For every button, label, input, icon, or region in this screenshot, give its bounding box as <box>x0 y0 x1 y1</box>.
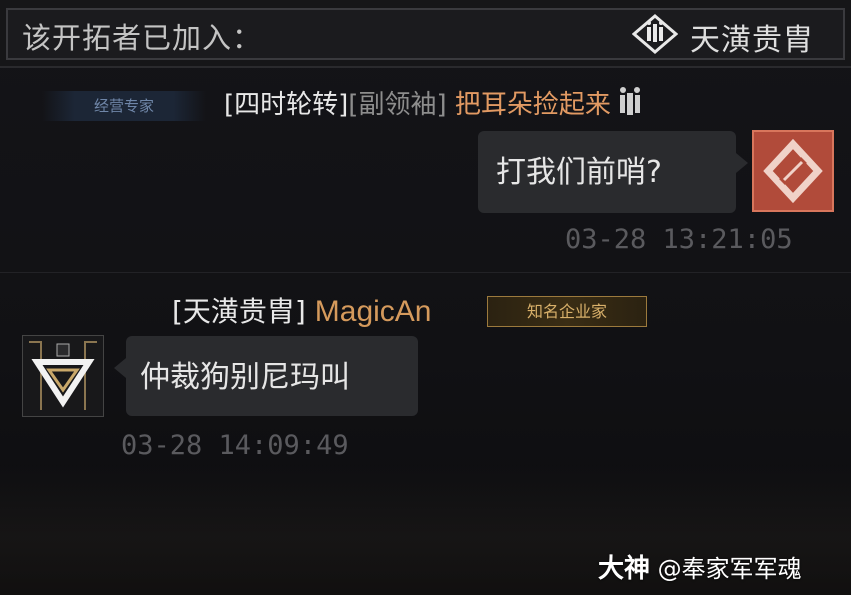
rank-emblem-icon <box>619 87 640 115</box>
guild-name: 天潢贵胄 <box>690 23 814 58</box>
message-bubble[interactable]: 打我们前哨? <box>478 131 748 213</box>
avatar[interactable] <box>752 130 834 212</box>
chat-screen: 该开拓者已加入： 天潢贵胄 经营专家 [四时轮转][副领袖] 把耳朵捡起来 打我… <box>0 0 851 595</box>
message-timestamp: 03-28 13:21:05 <box>565 224 793 255</box>
title-badge: 知名企业家 <box>487 296 647 327</box>
header-title: 该开拓者已加入： <box>22 21 263 55</box>
watermark-handle: @奉家军军魂 <box>657 555 802 583</box>
sender-name[interactable]: 把耳朵捡起来 <box>455 90 611 120</box>
sender-name[interactable]: MagicAn <box>315 295 432 328</box>
watermark-logo: 大神 <box>598 554 651 584</box>
avatar-logo-icon <box>763 138 823 204</box>
guild-tag[interactable]: [四时轮转] <box>224 90 348 120</box>
avatar-logo-icon <box>23 336 103 416</box>
avatar[interactable] <box>22 335 104 417</box>
message-header: [天潢贵胄] MagicAn <box>172 290 431 330</box>
message-header: [四时轮转][副领袖] 把耳朵捡起来 <box>224 84 645 121</box>
guild-tag[interactable]: [天潢贵胄] <box>172 295 306 328</box>
title-badge: 经营专家 <box>42 91 206 121</box>
rank-tag: [副领袖] <box>348 90 447 120</box>
header-bar: 该开拓者已加入： 天潢贵胄 <box>0 0 851 68</box>
message-timestamp: 03-28 14:09:49 <box>121 430 349 461</box>
watermark: 大神 @奉家军军魂 <box>598 548 802 585</box>
divider <box>0 272 851 273</box>
guild-emblem-icon <box>632 14 678 54</box>
message-bubble[interactable]: 仲裁狗别尼玛叫 <box>114 336 418 416</box>
